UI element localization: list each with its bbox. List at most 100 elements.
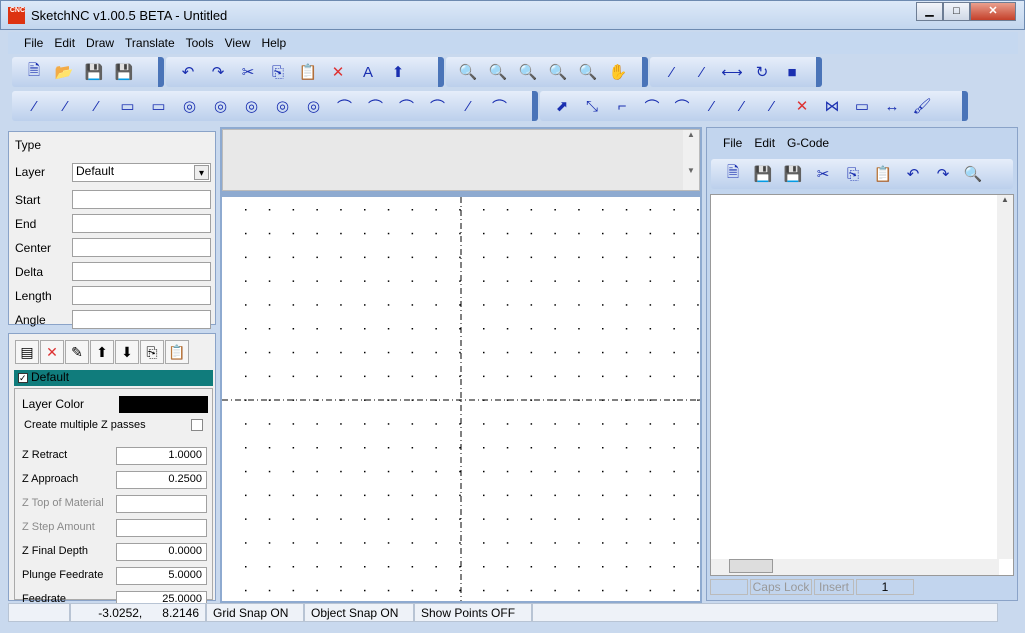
menu-draw[interactable]: Draw <box>86 36 114 50</box>
save-button[interactable]: 💾 <box>751 162 775 186</box>
cut-button[interactable]: ✂ <box>811 162 835 186</box>
gcode-menu-edit[interactable]: Edit <box>754 136 775 150</box>
menu-file[interactable]: File <box>24 36 43 50</box>
menu-help[interactable]: Help <box>261 36 286 50</box>
grid-snap-status[interactable]: Grid Snap ON <box>206 603 304 622</box>
arc-center-button[interactable]: ⌒ <box>394 94 419 118</box>
scale-button[interactable]: ⤡ <box>580 94 604 118</box>
move-button[interactable]: ⬈ <box>550 94 574 118</box>
line-button[interactable]: ⁄ <box>660 60 684 84</box>
arc-button[interactable]: ⌒ <box>332 94 357 118</box>
redo-button[interactable]: ↷ <box>931 162 955 186</box>
brush-button[interactable]: 🖌 <box>910 94 934 118</box>
save-all-button[interactable]: 💾 <box>112 60 136 84</box>
prop-field-delta[interactable] <box>72 262 211 281</box>
field-z-step-amount[interactable] <box>116 519 207 537</box>
gcode-editor[interactable]: ▲ <box>710 194 1014 576</box>
gcode-hscrollbar[interactable] <box>711 559 999 575</box>
zoom-window-button[interactable]: 🔍 <box>456 60 480 84</box>
line-tool-button[interactable]: ⁄ <box>22 94 47 118</box>
move-up-button[interactable]: ⬆ <box>90 340 114 364</box>
parallel-button[interactable]: ⁄ <box>690 60 714 84</box>
pan-hand-button[interactable]: ✋ <box>606 60 630 84</box>
extend-button[interactable]: ⁄ <box>730 94 754 118</box>
text-button[interactable]: A <box>356 60 380 84</box>
trim-button[interactable]: ⁄ <box>700 94 724 118</box>
paste-button[interactable]: 📋 <box>871 162 895 186</box>
field-z-retract[interactable]: 1.0000 <box>116 447 207 465</box>
new-layer-button[interactable]: ▤ <box>15 340 39 364</box>
ellipse-rotated-button[interactable]: ◎ <box>301 94 326 118</box>
rotate-button[interactable]: ↻ <box>750 60 774 84</box>
select-arrow-button[interactable]: ⬆ <box>386 60 410 84</box>
layer-item-default[interactable]: ✓ Default <box>14 370 213 386</box>
close-button[interactable]: ✕ <box>970 2 1016 21</box>
circle-tangent-button[interactable]: ◎ <box>239 94 264 118</box>
zoom-selection-button[interactable]: 🔍 <box>516 60 540 84</box>
circle-3pt-button[interactable]: ◎ <box>208 94 233 118</box>
find-button[interactable]: 🔍 <box>961 162 985 186</box>
corner-button[interactable]: ⌐ <box>610 94 634 118</box>
zoom-in-button[interactable]: 🔍 <box>546 60 570 84</box>
prop-field-angle[interactable] <box>72 310 211 329</box>
prop-field-end[interactable] <box>72 214 211 233</box>
cut-button[interactable]: ✂ <box>236 60 260 84</box>
command-scrollbar[interactable]: ▲ ▼ <box>683 130 699 190</box>
prop-field-start[interactable] <box>72 190 211 209</box>
new-file-button[interactable]: 🗎 <box>22 60 46 84</box>
arc-3pt-button[interactable]: ⌒ <box>363 94 388 118</box>
new-button[interactable]: 🗎 <box>721 162 745 186</box>
circle-center-button[interactable]: ◎ <box>177 94 202 118</box>
delete-layer-button[interactable]: ✕ <box>40 340 64 364</box>
prop-field-center[interactable] <box>72 238 211 257</box>
redo-button[interactable]: ↷ <box>206 60 230 84</box>
join-button[interactable]: ⋈ <box>820 94 844 118</box>
field-z-top-of-material[interactable] <box>116 495 207 513</box>
menu-edit[interactable]: Edit <box>54 36 75 50</box>
field-z-final-depth[interactable]: 0.0000 <box>116 543 207 561</box>
copy-layer-button[interactable]: ⎘ <box>140 340 164 364</box>
prop-field-layer[interactable]: Default ▾ <box>72 163 211 182</box>
spline-button[interactable]: ⌒ <box>487 94 512 118</box>
offset-button[interactable]: ⌒ <box>670 94 694 118</box>
gcode-menu-file[interactable]: File <box>723 136 742 150</box>
object-snap-status[interactable]: Object Snap ON <box>304 603 414 622</box>
paste-layer-button[interactable]: 📋 <box>165 340 189 364</box>
move-down-button[interactable]: ⬇ <box>115 340 139 364</box>
node-button[interactable]: ▭ <box>850 94 874 118</box>
mirror-button[interactable]: ⟷ <box>720 60 744 84</box>
delete-button[interactable]: ✕ <box>326 60 350 84</box>
fill-button[interactable]: ■ <box>780 60 804 84</box>
ellipse-button[interactable]: ◎ <box>270 94 295 118</box>
edit-layer-button[interactable]: ✎ <box>65 340 89 364</box>
fillet-button[interactable]: ⌒ <box>640 94 664 118</box>
rectangle-button[interactable]: ▭ <box>115 94 140 118</box>
save-button[interactable]: 💾 <box>82 60 106 84</box>
maximize-button[interactable]: □ <box>943 2 970 21</box>
dimension-button[interactable]: ↔ <box>880 94 904 118</box>
zoom-out-button[interactable]: 🔍 <box>576 60 600 84</box>
layer-visible-checkbox[interactable]: ✓ <box>18 373 28 383</box>
tangent-line-button[interactable]: ⁄ <box>84 94 109 118</box>
cut-line-button[interactable]: ✕ <box>790 94 814 118</box>
minimize-button[interactable]: ▁ <box>916 2 943 21</box>
gcode-vscrollbar[interactable]: ▲ <box>997 195 1013 559</box>
open-folder-button[interactable]: 📂 <box>52 60 76 84</box>
undo-button[interactable]: ↶ <box>901 162 925 186</box>
prop-field-length[interactable] <box>72 286 211 305</box>
break-button[interactable]: ⁄ <box>760 94 784 118</box>
layer-color-swatch[interactable] <box>119 396 208 413</box>
chevron-down-icon[interactable]: ▾ <box>194 165 209 180</box>
polyline-button[interactable]: ⁄ <box>456 94 481 118</box>
paste-button[interactable]: 📋 <box>296 60 320 84</box>
drawing-canvas[interactable] <box>222 197 700 601</box>
undo-button[interactable]: ↶ <box>176 60 200 84</box>
menu-tools[interactable]: Tools <box>186 36 214 50</box>
menu-translate[interactable]: Translate <box>125 36 175 50</box>
gcode-menu-g-code[interactable]: G-Code <box>787 136 829 150</box>
angle-line-button[interactable]: ⁄ <box>53 94 78 118</box>
field-z-approach[interactable]: 0.2500 <box>116 471 207 489</box>
rectangle-corner-button[interactable]: ▭ <box>146 94 171 118</box>
show-points-status[interactable]: Show Points OFF <box>414 603 532 622</box>
copy-button[interactable]: ⎘ <box>266 60 290 84</box>
